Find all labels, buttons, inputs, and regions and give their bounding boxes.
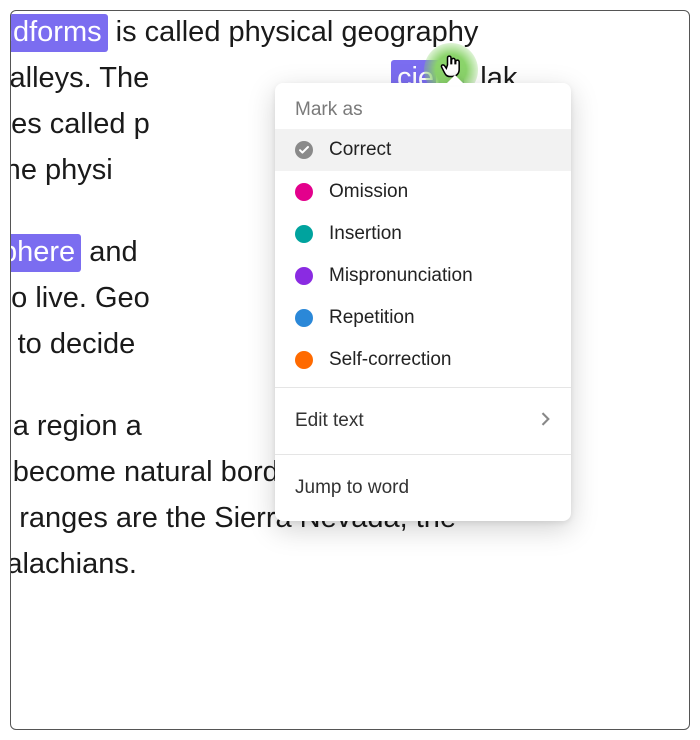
- check-circle-icon: [295, 141, 313, 159]
- menu-action-label: Jump to word: [295, 477, 409, 499]
- menu-item-mispronunciation[interactable]: Mispronunciation: [275, 255, 571, 297]
- menu-item-correct[interactable]: Correct: [275, 129, 571, 171]
- menu-item-repetition[interactable]: Repetition: [275, 297, 571, 339]
- highlighted-word-landforms[interactable]: landforms: [10, 14, 108, 52]
- text: is called physical geography: [116, 16, 479, 48]
- text: about the physi: [10, 154, 113, 186]
- menu-item-label: Omission: [329, 181, 408, 203]
- text: ole use to decide: [10, 328, 143, 360]
- dot-icon: [295, 267, 313, 285]
- menu-item-omission[interactable]: Omission: [275, 171, 571, 213]
- menu-action-label: Edit text: [295, 410, 364, 432]
- menu-header: Mark as: [275, 89, 571, 129]
- dot-icon: [295, 351, 313, 369]
- highlighted-word-atmosphere[interactable]: atmosphere: [10, 234, 81, 272]
- menu-divider: [275, 387, 571, 388]
- menu-item-label: Repetition: [329, 307, 415, 329]
- menu-item-label: Mispronunciation: [329, 265, 473, 287]
- menu-item-label: Self-correction: [329, 349, 452, 371]
- text: ures of a region a: [10, 410, 142, 442]
- text: s and valleys. The: [10, 62, 149, 94]
- text: e able to live. Geo: [10, 282, 150, 314]
- menu-item-label: Correct: [329, 139, 391, 161]
- dot-icon: [295, 183, 313, 201]
- text: he Appalachians.: [10, 548, 137, 580]
- menu-item-self-correction[interactable]: Self-correction: [275, 339, 571, 381]
- menu-item-label: Insertion: [329, 223, 402, 245]
- dot-icon: [295, 225, 313, 243]
- text: ometimes called p: [10, 108, 150, 140]
- chevron-right-icon: [541, 410, 551, 432]
- menu-action-jump-to-word[interactable]: Jump to word: [275, 461, 571, 515]
- menu-action-edit-text[interactable]: Edit text: [275, 394, 571, 448]
- menu-item-insertion[interactable]: Insertion: [275, 213, 571, 255]
- context-menu: Mark as Correct Omission Insertion Mispr…: [275, 83, 571, 521]
- dot-icon: [295, 309, 313, 327]
- text: and: [89, 236, 137, 268]
- menu-divider: [275, 454, 571, 455]
